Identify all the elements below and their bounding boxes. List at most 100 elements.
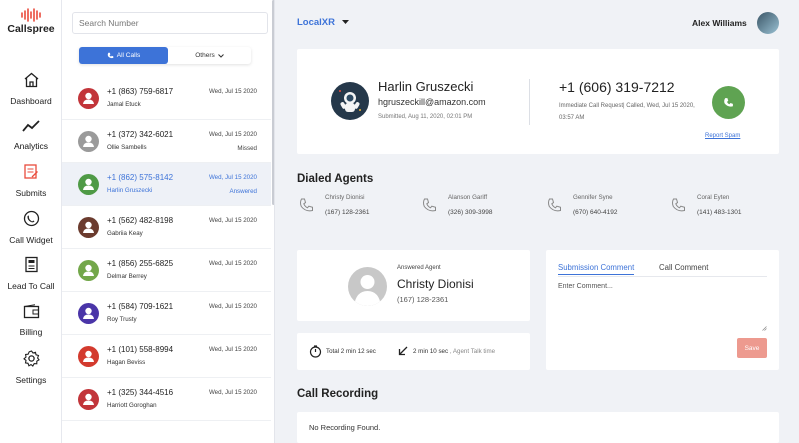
tab-call-comment[interactable]: Call Comment: [659, 263, 708, 272]
chevron-down-icon: [217, 53, 224, 58]
list-scrollbar[interactable]: [272, 0, 274, 205]
answered-agent-card: Answered Agent Christy Dionisi (167) 128…: [297, 250, 530, 321]
caller-number: +1 (856) 255-6825: [107, 259, 174, 268]
call-date: Wed, Jul 15 2020: [208, 88, 257, 95]
call-list-item[interactable]: +1 (862) 575-8142 Harlin Gruszecki Wed, Ju…: [62, 163, 271, 206]
call-recording-title: Call Recording: [297, 388, 379, 400]
report-spam-link[interactable]: Report Spam: [705, 133, 740, 139]
nav-analytics[interactable]: Analytics: [0, 119, 62, 154]
caret-down-icon: [341, 19, 349, 24]
answered-agent-label: Answered Agent: [397, 265, 441, 271]
stopwatch-icon: [309, 345, 322, 358]
caller-name: Delmar Berrey: [107, 273, 147, 280]
agent-phone: (167) 128-2361: [325, 209, 370, 216]
recording-card: No Recording Found.: [297, 412, 779, 443]
total-duration: Total 2 min 12 sec: [326, 348, 376, 355]
call-list-item[interactable]: +1 (325) 344-4516 Harriott Goroghan Wed, J…: [62, 378, 271, 421]
dialed-agents-title: Dialed Agents: [297, 173, 374, 185]
sound-wave-icon: [21, 8, 41, 22]
contact-name: Harlin Gruszecki: [378, 79, 474, 94]
nav-lead-to-call-label: Lead To Call: [7, 281, 55, 291]
caller-number: +1 (325) 344-4516: [107, 388, 174, 397]
user-icon: [83, 221, 94, 233]
no-recording-text: No Recording Found.: [309, 423, 381, 432]
call-list-item[interactable]: +1 (562) 482-8198 Gabriia Keay Wed, Jul 15…: [62, 206, 271, 249]
resize-handle-icon[interactable]: [762, 326, 767, 331]
call-date: Wed, Jul 15 2020: [208, 217, 257, 224]
tab-submission-comment[interactable]: Submission Comment: [558, 263, 635, 275]
call-list-item[interactable]: +1 (372) 342-6021 Ollie Sambells Wed, Jul …: [62, 120, 271, 163]
caller-avatar: [78, 217, 99, 238]
call-widget-icon: [23, 210, 39, 227]
caller-avatar: [78, 346, 99, 367]
nav-billing-label: Billing: [19, 327, 43, 337]
call-duration-card: Total 2 min 12 sec 2 min 10 sec , Agent …: [297, 333, 530, 370]
caller-name: Roy Trusty: [107, 316, 137, 323]
caller-name: Jamal Etuck: [107, 101, 141, 108]
caller-name: Hagan Beviss: [107, 359, 146, 366]
nav-settings-label: Settings: [15, 375, 47, 385]
call-list-item[interactable]: +1 (101) 558-8994 Hagan Beviss Wed, Jul 15…: [62, 335, 271, 378]
phone-outline-icon: [423, 198, 436, 212]
save-button[interactable]: Save: [737, 338, 767, 358]
agent-name: Gennifer Syne: [573, 194, 613, 201]
tab-all-calls-label: All Calls: [116, 52, 141, 59]
analytics-icon: [21, 120, 40, 132]
call-list-item[interactable]: +1 (856) 255-6825 Delmar Berrey Wed, Jul 1…: [62, 249, 271, 292]
talk-time-value: 2 min 10 sec: [413, 348, 449, 355]
caller-number: +1 (863) 759-6817: [107, 87, 174, 96]
caller-number: +1 (584) 709-1621: [107, 302, 174, 311]
account-selector[interactable]: LocalXR: [297, 17, 349, 28]
contact-phone: +1 (606) 319-7212: [559, 79, 675, 95]
user-icon: [83, 264, 94, 276]
user-icon: [83, 135, 94, 147]
nav-dashboard[interactable]: Dashboard: [0, 72, 62, 109]
call-status: Missed: [237, 145, 257, 152]
divider: [558, 276, 767, 277]
contact-submitted: Submitted, Aug 11, 2020, 02:01 PM: [378, 114, 473, 120]
nav-lead-to-call[interactable]: Lead To Call: [0, 256, 62, 294]
settings-icon: [22, 350, 40, 367]
billing-icon: [23, 304, 39, 319]
call-list-item[interactable]: +1 (584) 709-1621 Roy Trusty Wed, Jul 15 2…: [62, 292, 271, 335]
nav-billing[interactable]: Billing: [0, 304, 62, 340]
nav-dashboard-label: Dashboard: [10, 96, 52, 106]
caller-avatar: [78, 389, 99, 410]
call-date: Wed, Jul 15 2020: [208, 174, 257, 181]
caller-name: Ollie Sambells: [107, 144, 147, 151]
contact-email: hgruszeckill@amazon.com: [378, 97, 486, 107]
nav-submits[interactable]: Submits: [0, 163, 62, 201]
caller-number: +1 (101) 558-8994: [107, 345, 174, 354]
caller-avatar: [78, 174, 99, 195]
call-list-item[interactable]: +1 (863) 759-6817 Jamal Etuck Wed, Jul 15 …: [62, 77, 271, 120]
brand-logo[interactable]: Callspree: [0, 8, 62, 35]
caller-avatar: [78, 131, 99, 152]
user-icon: [83, 307, 94, 319]
account-name: LocalXR: [297, 17, 336, 28]
comment-card: Submission Comment Call Comment Save: [546, 250, 779, 370]
talk-time-label: , Agent Talk time: [449, 348, 496, 355]
tab-others[interactable]: Others: [168, 47, 251, 64]
call-date: Wed, Jul 15 2020: [208, 131, 257, 138]
contact-card: Harlin Gruszecki hgruszeckill@amazon.com…: [297, 49, 779, 154]
caller-number: +1 (862) 575-8142: [107, 173, 174, 182]
user-avatar[interactable]: [757, 12, 779, 34]
comment-textarea[interactable]: [558, 283, 768, 333]
user-name[interactable]: Alex Williams: [692, 18, 747, 28]
phone-outline-icon: [300, 198, 313, 212]
search-number-input[interactable]: [72, 12, 268, 34]
agent-phone: (670) 640-4192: [573, 209, 618, 216]
nav-call-widget[interactable]: Call Widget: [0, 210, 62, 248]
caller-number: +1 (562) 482-8198: [107, 216, 174, 225]
user-placeholder-icon: [354, 275, 381, 306]
agent-phone: (141) 483-1301: [697, 209, 742, 216]
agent-phone: (326) 309-3998: [448, 209, 493, 216]
call-button[interactable]: [712, 86, 745, 119]
phone-outline-icon: [672, 198, 685, 212]
nav-settings[interactable]: Settings: [0, 350, 62, 388]
nav-submits-label: Submits: [15, 188, 47, 198]
tab-all-calls[interactable]: All Calls: [79, 47, 168, 64]
caller-avatar: [78, 88, 99, 109]
phone-outline-icon: [548, 198, 561, 212]
call-date: Wed, Jul 15 2020: [208, 346, 257, 353]
